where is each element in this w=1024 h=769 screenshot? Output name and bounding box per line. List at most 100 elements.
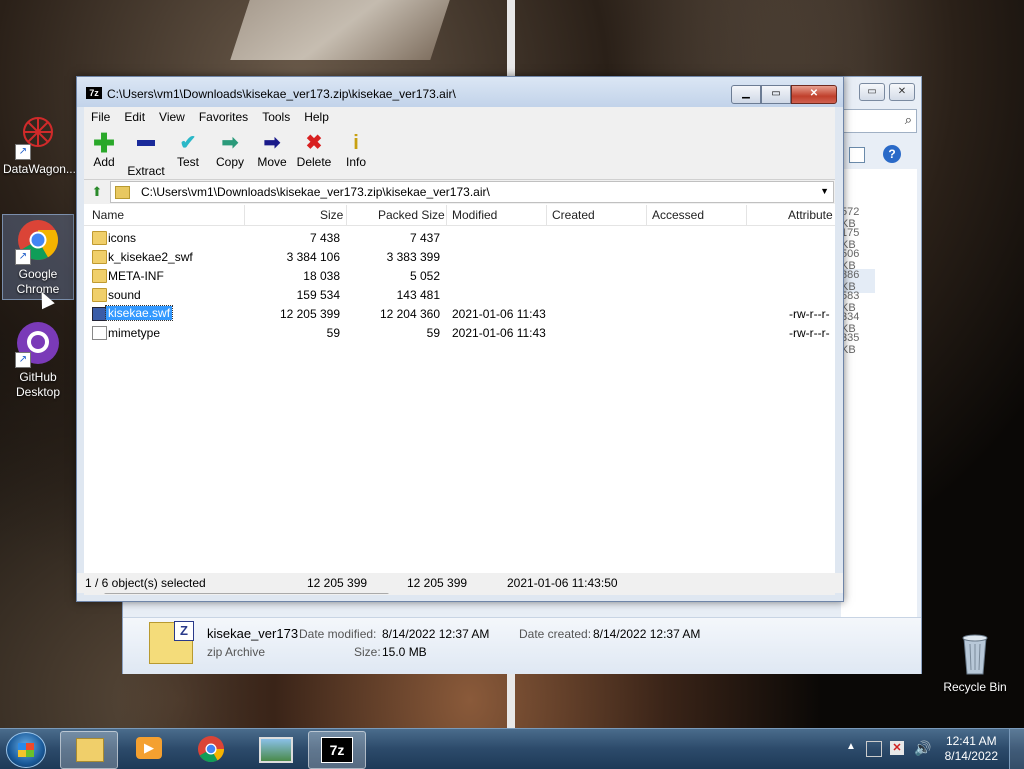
column-divider[interactable]: [746, 205, 747, 225]
minus-icon: [124, 140, 168, 164]
desktop-icon-github-desktop[interactable]: ↗ GitHub Desktop: [3, 320, 73, 400]
item-size: 18 038: [303, 269, 340, 283]
column-attribute[interactable]: Attribute: [788, 208, 833, 222]
maximize-button[interactable]: ▭: [761, 85, 791, 104]
desktop-icon-google-chrome[interactable]: ↗ Google Chrome: [2, 214, 74, 300]
swf-file-icon: [92, 307, 107, 321]
desktop-icon-label: GitHub Desktop: [15, 370, 61, 399]
column-created[interactable]: Created: [552, 208, 595, 222]
start-button[interactable]: [6, 732, 46, 768]
extract-button[interactable]: Extract: [124, 131, 168, 178]
info-button[interactable]: i Info: [334, 131, 378, 169]
item-packed-size: 59: [426, 326, 440, 340]
sevenzip-titlebar[interactable]: 7z C:\Users\vm1\Downloads\kisekae_ver173…: [77, 77, 843, 107]
action-center-flag-icon[interactable]: ✕: [890, 741, 904, 755]
taskbar-photo-viewer-button[interactable]: [246, 731, 302, 767]
search-icon: ⌕: [904, 112, 912, 127]
list-item[interactable]: mimetype 59 59 2021-01-06 11:43 -rw-r--r…: [84, 323, 835, 342]
column-divider[interactable]: [446, 205, 447, 225]
column-name[interactable]: Name: [92, 208, 124, 222]
explorer-search-box[interactable]: ⌕: [841, 109, 917, 133]
column-divider[interactable]: [244, 205, 245, 225]
taskbar-explorer-button[interactable]: [60, 731, 118, 769]
volume-icon[interactable]: 🔊: [914, 740, 931, 757]
column-accessed[interactable]: Accessed: [652, 208, 704, 222]
address-field[interactable]: C:\Users\vm1\Downloads\kisekae_ver173.zi…: [110, 181, 834, 203]
move-button[interactable]: ➡ Move: [250, 131, 294, 169]
list-item[interactable]: k_kisekae2_swf 3 384 106 3 383 399: [84, 247, 835, 266]
sevenzip-window[interactable]: 7z C:\Users\vm1\Downloads\kisekae_ver173…: [76, 76, 844, 602]
sevenzip-client-area: File Edit View Favorites Tools Help ✚ Ad…: [82, 107, 835, 595]
list-header: Name Size Packed Size Modified Created A…: [84, 205, 835, 226]
item-size: 3 384 106: [286, 250, 340, 264]
test-label: Test: [176, 155, 199, 169]
taskbar-media-player-button[interactable]: ▶: [122, 731, 178, 767]
taskbar-7zip-button[interactable]: 7z: [308, 731, 366, 769]
menu-favorites[interactable]: Favorites: [192, 107, 255, 127]
column-divider[interactable]: [646, 205, 647, 225]
list-item[interactable]: icons 7 438 7 437: [84, 228, 835, 247]
dropdown-arrow-icon[interactable]: ▼: [820, 186, 829, 196]
add-button[interactable]: ✚ Add: [82, 130, 126, 169]
shortcut-arrow-icon: ↗: [15, 249, 31, 265]
show-hidden-icons-icon[interactable]: ▲: [846, 741, 856, 752]
taskbar-chrome-button[interactable]: [184, 731, 240, 767]
preview-pane-icon[interactable]: [849, 147, 865, 163]
close-button[interactable]: ✕: [889, 83, 915, 101]
shortcut-arrow-icon: ↗: [15, 144, 31, 160]
menu-tools[interactable]: Tools: [255, 107, 297, 127]
desktop-icon-datawagon[interactable]: ↗ DataWagon...: [3, 112, 76, 177]
file-size: 335 KB: [841, 332, 860, 356]
list-item[interactable]: META-INF 18 038 5 052: [84, 266, 835, 285]
item-name: k_kisekae2_swf: [108, 250, 193, 264]
status-bar: 1 / 6 object(s) selected 12 205 399 12 2…: [77, 573, 843, 593]
move-label: Move: [257, 155, 287, 169]
datawagon-icon: ↗: [15, 112, 61, 160]
desktop-icon-recycle-bin[interactable]: Recycle Bin: [940, 630, 1010, 695]
item-packed-size: 143 481: [396, 288, 440, 302]
column-modified[interactable]: Modified: [452, 208, 497, 222]
photo-viewer-icon: [259, 737, 293, 763]
details-modified-value: 8/14/2022 12:37 AM: [382, 627, 490, 641]
copy-button[interactable]: ➡ Copy: [208, 131, 252, 169]
item-packed-size: 7 437: [409, 231, 440, 245]
column-size[interactable]: Size: [320, 208, 343, 222]
network-icon[interactable]: [866, 741, 882, 757]
list-item[interactable]: sound 159 534 143 481: [84, 285, 835, 304]
chrome-icon: [196, 734, 226, 767]
media-player-icon: ▶: [136, 737, 162, 759]
item-name-wrap: kisekae.swf: [104, 305, 174, 321]
shortcut-arrow-icon: ↗: [15, 352, 31, 368]
menu-file[interactable]: File: [84, 107, 117, 127]
status-modified: 2021-01-06 11:43:50: [507, 576, 618, 590]
details-created-label: Date created:: [519, 627, 592, 641]
desktop-icon-label: Recycle Bin: [943, 680, 1007, 694]
menu-edit[interactable]: Edit: [117, 107, 152, 127]
list-item-selected[interactable]: kisekae.swf 12 205 399 12 204 360 2021-0…: [84, 304, 835, 323]
show-desktop-button[interactable]: [1009, 729, 1024, 769]
test-button[interactable]: ✔ Test: [166, 131, 210, 169]
item-name: sound: [108, 288, 141, 302]
clock-date: 8/14/2022: [944, 749, 998, 763]
system-clock[interactable]: 12:41 AM 8/14/2022: [945, 734, 998, 764]
folder-up-button[interactable]: ⬆: [88, 183, 106, 200]
column-packed-size[interactable]: Packed Size: [378, 208, 445, 222]
item-size: 59: [326, 326, 340, 340]
delete-button[interactable]: ✖ Delete: [292, 131, 336, 169]
info-label: Info: [345, 155, 366, 169]
column-divider[interactable]: [346, 205, 347, 225]
menu-help[interactable]: Help: [297, 107, 336, 127]
status-packed: 12 205 399: [407, 576, 468, 590]
restore-button[interactable]: ▭: [859, 83, 885, 101]
minimize-button[interactable]: ▁: [731, 85, 761, 104]
copy-arrow-icon: ➡: [221, 132, 239, 154]
github-icon: ↗: [15, 320, 61, 368]
details-size-value: 15.0 MB: [382, 645, 427, 659]
folder-icon: [92, 231, 107, 245]
column-divider[interactable]: [546, 205, 547, 225]
menu-view[interactable]: View: [152, 107, 192, 127]
close-button[interactable]: ✕: [791, 85, 837, 104]
window-controls: ▁ ▭ ✕: [731, 85, 837, 104]
item-packed-size: 12 204 360: [379, 307, 440, 321]
help-icon[interactable]: ?: [883, 145, 901, 163]
